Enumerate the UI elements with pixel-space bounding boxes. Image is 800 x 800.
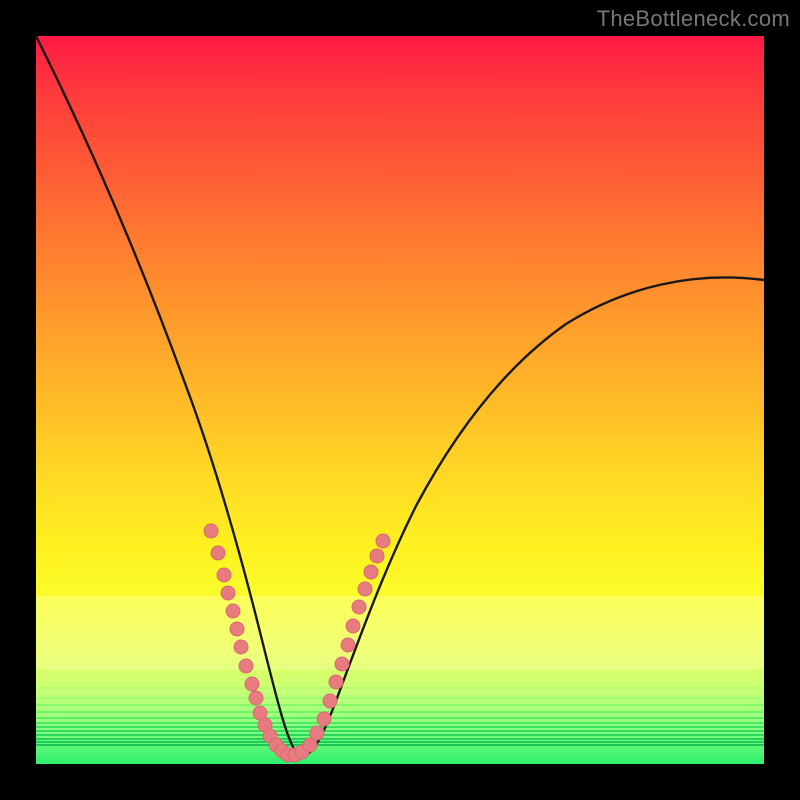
chart-frame: TheBottleneck.com (0, 0, 800, 800)
watermark-text: TheBottleneck.com (597, 6, 790, 32)
curve-layer (36, 36, 764, 764)
highlight-dots (204, 524, 390, 762)
bottleneck-curve (36, 36, 764, 755)
plot-area (36, 36, 764, 764)
